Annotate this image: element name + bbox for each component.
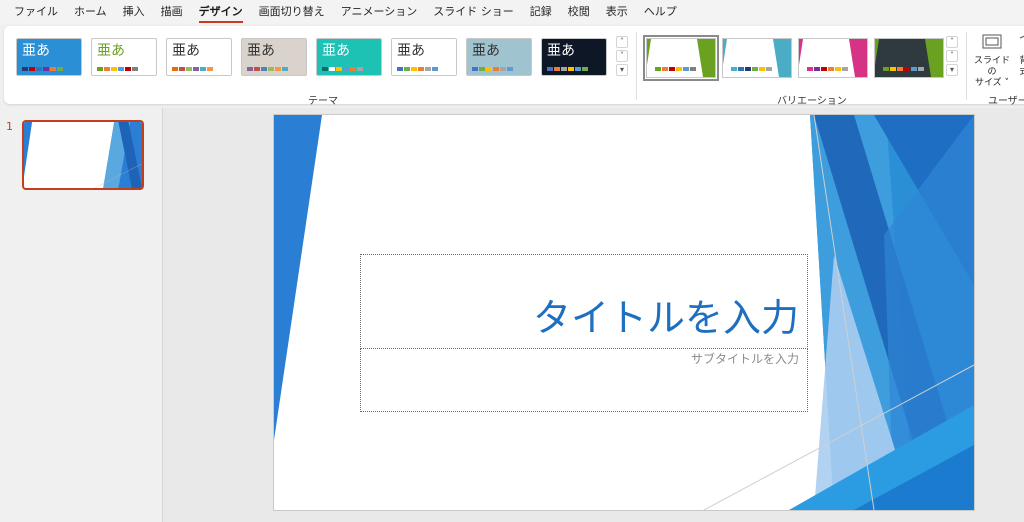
variation-art <box>875 39 943 77</box>
theme-color-swatches <box>397 67 439 71</box>
subtitle-placeholder[interactable]: サブタイトルを入力 <box>360 348 808 412</box>
theme-sample-text: 亜あ <box>247 43 275 59</box>
slide-subtitle: サブタイトルを入力 <box>690 352 799 366</box>
gallery-more-icon[interactable]: ▾ <box>616 64 628 76</box>
variation-color-swatches <box>807 67 849 71</box>
title-placeholder[interactable]: タイトルを入力 <box>360 254 808 349</box>
theme-thumbnail[interactable]: 亜あ <box>166 38 232 76</box>
themes-group-label: テーマ <box>308 96 338 107</box>
menu-tab-4[interactable]: デザイン <box>191 0 251 24</box>
theme-color-swatches <box>172 67 214 71</box>
theme-color-swatches <box>22 67 64 71</box>
variation-color-swatches <box>731 67 773 71</box>
variation-art <box>723 39 791 77</box>
theme-color-swatches <box>547 67 589 71</box>
variation-thumbnail[interactable] <box>874 38 944 78</box>
slide-thumbnail[interactable] <box>22 120 144 190</box>
menu-tab-2[interactable]: 挿入 <box>115 0 153 24</box>
theme-sample-text: 亜あ <box>547 43 575 59</box>
menu-tab-6[interactable]: アニメーション <box>333 0 426 24</box>
gallery-scroll-up-icon[interactable]: ˄ <box>616 36 628 48</box>
variation-thumbnail[interactable] <box>643 35 719 81</box>
theme-color-swatches <box>247 67 289 71</box>
variation-thumbnail[interactable] <box>722 38 792 78</box>
theme-sample-text: 亜あ <box>322 43 350 59</box>
theme-thumbnail[interactable]: 亜あ <box>16 38 82 76</box>
theme-sample-text: 亜あ <box>22 43 50 59</box>
theme-thumbnail[interactable]: 亜あ <box>241 38 307 76</box>
menu-tab-9[interactable]: 校閲 <box>560 0 598 24</box>
slide-number: 1 <box>6 120 13 133</box>
theme-thumbnail[interactable]: 亜あ <box>541 38 607 76</box>
menu-tab-11[interactable]: ヘルプ <box>636 0 685 24</box>
slide-canvas[interactable]: タイトルを入力 サブタイトルを入力 <box>274 115 974 510</box>
slide-size-button[interactable]: スライドの サイズ ˅ <box>972 32 1012 89</box>
menu-tab-7[interactable]: スライド ショー <box>425 0 522 24</box>
theme-color-swatches <box>322 67 364 71</box>
variation-thumbnail[interactable] <box>798 38 868 78</box>
menu-tab-8[interactable]: 記録 <box>522 0 560 24</box>
variation-scroll-up-icon[interactable]: ˄ <box>946 36 958 48</box>
theme-sample-text: 亜あ <box>397 43 425 59</box>
customize-group-label: ユーザー設 <box>988 96 1024 107</box>
theme-thumbnail[interactable]: 亜あ <box>316 38 382 76</box>
group-separator <box>636 32 637 100</box>
menu-tab-10[interactable]: 表示 <box>598 0 636 24</box>
theme-color-swatches <box>472 67 514 71</box>
menu-tab-5[interactable]: 画面切り替え <box>251 0 333 24</box>
theme-sample-text: 亜あ <box>172 43 200 59</box>
menu-tab-3[interactable]: 描画 <box>153 0 191 24</box>
format-background-icon <box>1019 35 1024 39</box>
menu-tab-1[interactable]: ホーム <box>66 0 115 24</box>
slide-thumbnail-art <box>24 122 142 188</box>
menu-bar: ファイル ホーム 挿入 描画 デザイン 画面切り替え アニメーション スライド ショー 記録 校閲… <box>0 0 1024 24</box>
slide-size-label-1: スライドの <box>973 56 1010 77</box>
slide-size-icon <box>982 34 1002 49</box>
theme-thumbnail[interactable]: 亜あ <box>466 38 532 76</box>
theme-sample-text: 亜あ <box>97 43 125 59</box>
variations-group-label: バリエーション <box>777 96 847 107</box>
variation-scroll-down-icon[interactable]: ˅ <box>946 50 958 62</box>
theme-thumbnail[interactable]: 亜あ <box>91 38 157 76</box>
background-label-2: 式 <box>1019 67 1024 77</box>
theme-thumbnail[interactable]: 亜あ <box>391 38 457 76</box>
theme-sample-text: 亜あ <box>472 43 500 59</box>
variation-color-swatches <box>883 67 925 71</box>
variation-more-icon[interactable]: ▾ <box>946 64 958 76</box>
variation-art <box>799 39 867 77</box>
menu-tab-0[interactable]: ファイル <box>6 0 66 24</box>
variation-color-swatches <box>655 67 697 71</box>
slide-thumbnail-pane: 1 <box>0 108 163 522</box>
variation-art <box>647 39 715 77</box>
format-background-button[interactable]: 背 式 <box>1014 32 1024 78</box>
group-separator <box>966 32 967 100</box>
background-label-1: 背 <box>1019 56 1024 66</box>
slide-size-label-2: サイズ ˅ <box>974 78 1010 88</box>
theme-color-swatches <box>97 67 139 71</box>
ribbon: 亜あ 亜あ 亜あ 亜あ 亜あ 亜あ 亜あ 亜あ ˄ ˅ ▾ テーマ ˄ ˅ ▾ バリエーション… <box>4 26 1024 107</box>
slide-title: タイトルを入力 <box>532 296 799 340</box>
gallery-scroll-down-icon[interactable]: ˅ <box>616 50 628 62</box>
